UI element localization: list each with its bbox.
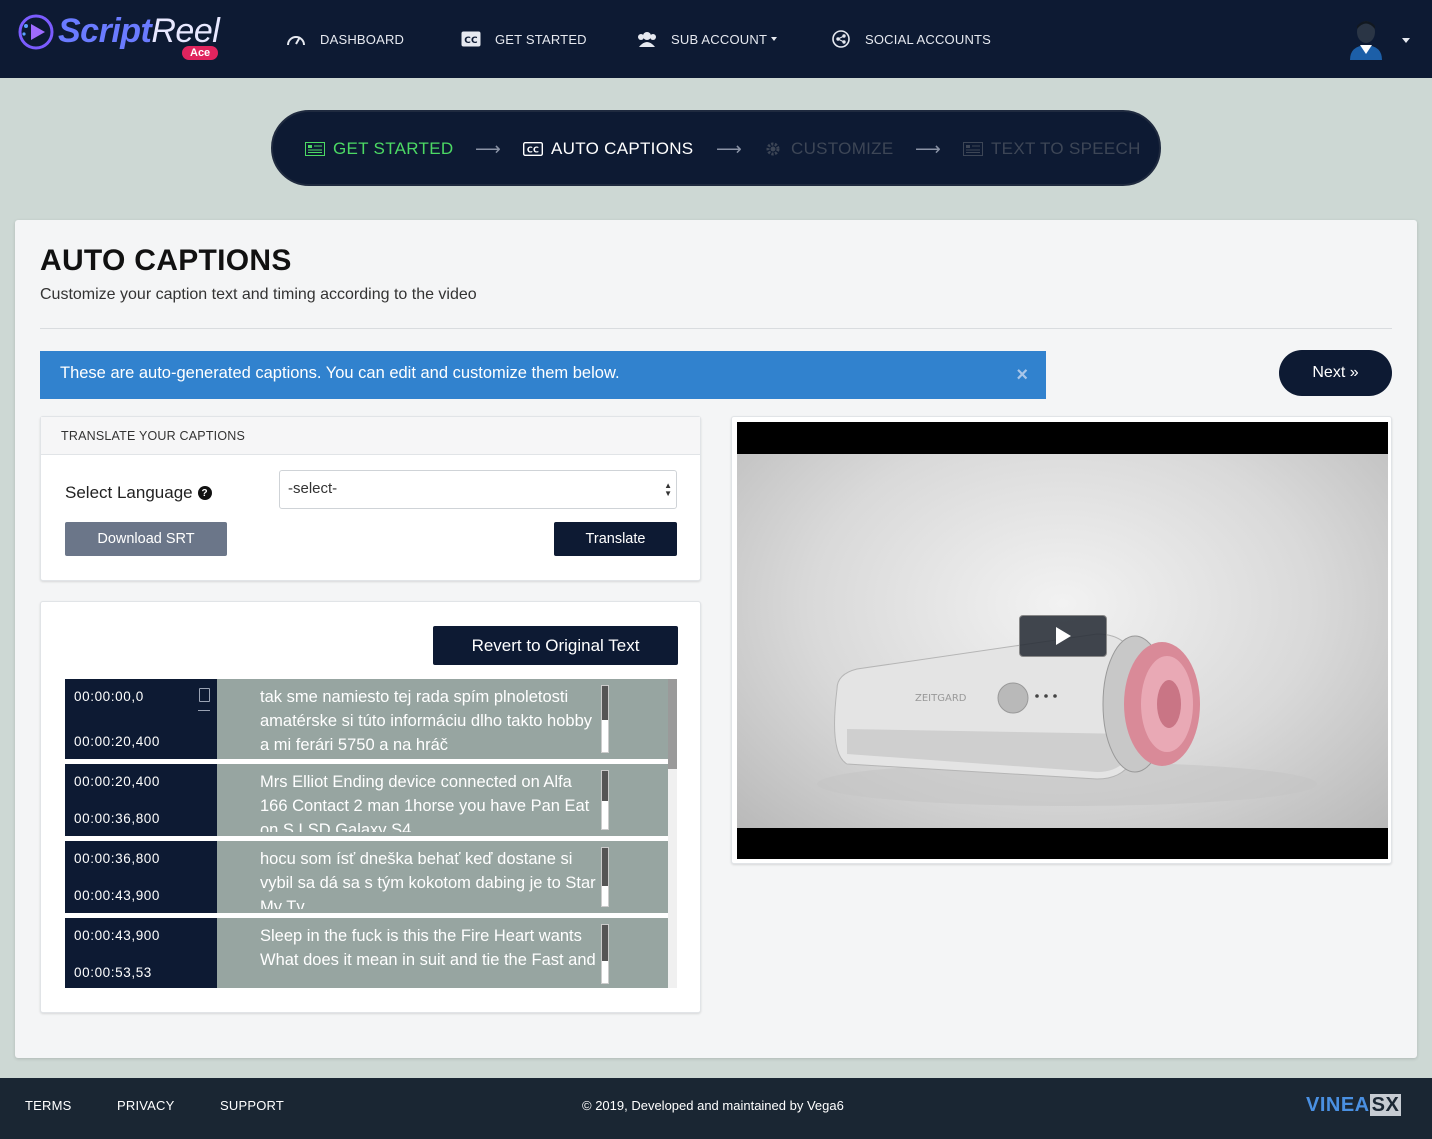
gear-icon <box>763 141 783 157</box>
caption-list: 00:00:00,0 00:00:20,400 tak sme namiesto… <box>65 679 677 988</box>
progress-stepper: GET STARTED ⟶ CC AUTO CAPTIONS ⟶ CUSTOMI… <box>271 110 1161 186</box>
captions-panel: Revert to Original Text 00:00:00,0 00:00… <box>40 601 701 1013</box>
play-icon <box>1056 627 1071 645</box>
step-arrow-icon: ⟶ <box>475 139 501 159</box>
nav-social-accounts-label: SOCIAL ACCOUNTS <box>865 31 992 47</box>
language-select-value: -select- <box>288 480 338 497</box>
video-player[interactable]: ZEITGARD <box>737 422 1388 859</box>
download-srt-button[interactable]: Download SRT <box>65 522 227 556</box>
nav-dashboard[interactable]: DASHBOARD <box>286 29 404 49</box>
caption-start-time[interactable]: 00:00:00,0 <box>74 689 144 704</box>
caption-text[interactable]: tak sme namiesto tej rada spím plnoletos… <box>260 685 600 757</box>
next-button[interactable]: Next » <box>1279 350 1392 396</box>
nav-social-accounts[interactable]: SOCIAL ACCOUNTS <box>831 29 991 49</box>
revert-original-button[interactable]: Revert to Original Text <box>433 626 678 665</box>
nav-sub-account[interactable]: SUB ACCOUNT <box>637 29 778 49</box>
caption-scrollbar[interactable] <box>601 847 609 907</box>
step-customize-label: CUSTOMIZE <box>791 139 894 158</box>
footer-support-link[interactable]: SUPPORT <box>220 1098 284 1113</box>
caption-end-time[interactable]: 00:00:36,800 <box>74 811 160 826</box>
caption-list-scrollbar[interactable] <box>668 679 677 988</box>
nav-dashboard-label: DASHBOARD <box>320 31 405 47</box>
info-alert: These are auto-generated captions. You c… <box>40 351 1046 399</box>
step-text-to-speech-label: TEXT TO SPEECH <box>991 139 1141 158</box>
select-language-label: Select Language ? <box>65 483 212 503</box>
svg-text:CC: CC <box>464 36 478 46</box>
video-panel: ZEITGARD <box>731 416 1392 864</box>
step-get-started[interactable]: GET STARTED <box>305 137 453 161</box>
page-title: AUTO CAPTIONS <box>40 244 292 277</box>
nav-get-started-label: GET STARTED <box>495 31 587 47</box>
step-auto-captions[interactable]: CC AUTO CAPTIONS <box>523 137 693 161</box>
language-select[interactable]: -select- ▲ ▼ <box>279 470 677 509</box>
translate-panel: TRANSLATE YOUR CAPTIONS Select Language … <box>40 416 701 581</box>
footer-copyright: © 2019, Developed and maintained by Vega… <box>582 1098 844 1113</box>
caption-text[interactable]: Sleep in the fuck is this the Fire Heart… <box>260 924 600 986</box>
footer-terms-link[interactable]: TERMS <box>25 1098 72 1113</box>
footer: TERMS PRIVACY SUPPORT © 2019, Developed … <box>0 1078 1432 1139</box>
divider <box>40 328 1392 329</box>
vineasx-logo: VINEA SX <box>1306 1094 1402 1116</box>
closed-captions-icon: CC <box>461 30 481 48</box>
app-logo[interactable]: ScriptReel Ace <box>18 12 228 64</box>
alert-text: These are auto-generated captions. You c… <box>60 364 620 382</box>
top-navbar: ScriptReel Ace DASHBOARD CC GET STARTED … <box>0 0 1432 78</box>
caption-scrollbar[interactable] <box>601 770 609 830</box>
caption-row: 00:00:20,400 00:00:36,800 Mrs Elliot End… <box>65 764 668 836</box>
nav-get-started[interactable]: CC GET STARTED <box>461 29 587 49</box>
caption-times: 00:00:43,900 00:00:53,53 <box>65 918 217 988</box>
step-arrow-icon: ⟶ <box>915 139 941 159</box>
closed-captions-icon: CC <box>523 141 543 157</box>
caption-times: 00:00:20,400 00:00:36,800 <box>65 764 217 836</box>
step-text-to-speech[interactable]: TEXT TO SPEECH <box>963 137 1141 161</box>
caption-end-time[interactable]: 00:00:53,53 <box>74 965 152 980</box>
translate-panel-header: TRANSLATE YOUR CAPTIONS <box>41 417 700 455</box>
step-get-started-label: GET STARTED <box>333 139 454 158</box>
caption-start-time[interactable]: 00:00:20,400 <box>74 774 160 789</box>
nav-sub-account-label: SUB ACCOUNT <box>671 31 768 47</box>
user-menu-caret-icon[interactable] <box>1402 38 1410 43</box>
step-arrow-icon: ⟶ <box>716 139 742 159</box>
caption-start-time[interactable]: 00:00:43,900 <box>74 928 160 943</box>
dashboard-gauge-icon <box>286 30 306 48</box>
step-auto-captions-label: AUTO CAPTIONS <box>551 139 694 158</box>
caption-row: 00:00:00,0 00:00:20,400 tak sme namiesto… <box>65 679 668 759</box>
chevron-down-icon <box>771 37 778 41</box>
caption-end-time[interactable]: 00:00:43,900 <box>74 888 160 903</box>
list-icon <box>963 141 983 157</box>
caption-scrollbar[interactable] <box>601 924 609 984</box>
scrollbar-thumb[interactable] <box>668 679 677 769</box>
list-icon <box>305 141 325 157</box>
close-icon[interactable]: × <box>1016 364 1028 387</box>
translate-button[interactable]: Translate <box>554 522 677 556</box>
footer-privacy-link[interactable]: PRIVACY <box>117 1098 175 1113</box>
svg-text:ZEITGARD: ZEITGARD <box>915 693 967 704</box>
step-customize[interactable]: CUSTOMIZE <box>763 137 894 161</box>
logo-badge: Ace <box>182 46 219 60</box>
download-icon[interactable] <box>199 688 210 702</box>
share-icon <box>831 30 851 48</box>
user-avatar[interactable] <box>1346 18 1386 60</box>
help-icon[interactable]: ? <box>197 486 212 500</box>
caption-end-time[interactable]: 00:00:20,400 <box>74 734 160 749</box>
page-subtitle: Customize your caption text and timing a… <box>40 286 477 303</box>
caption-row: 00:00:43,900 00:00:53,53 Sleep in the fu… <box>65 918 668 988</box>
play-button[interactable] <box>1019 615 1107 657</box>
caption-times: 00:00:36,800 00:00:43,900 <box>65 841 217 913</box>
caption-text[interactable]: Mrs Elliot Ending device connected on Al… <box>260 770 600 832</box>
caption-text[interactable]: hocu som ísť dneška behať keď dostane si… <box>260 847 600 909</box>
logo-play-icon <box>18 14 54 50</box>
main-card: AUTO CAPTIONS Customize your caption tex… <box>15 220 1417 1058</box>
caption-times: 00:00:00,0 00:00:20,400 <box>65 679 217 759</box>
caption-start-time[interactable]: 00:00:36,800 <box>74 851 160 866</box>
svg-text:CC: CC <box>527 146 539 155</box>
select-arrows-icon: ▲ ▼ <box>664 481 672 498</box>
download-icon-base <box>198 710 210 711</box>
caption-row: 00:00:36,800 00:00:43,900 hocu som ísť d… <box>65 841 668 913</box>
users-icon <box>637 30 657 48</box>
caption-scrollbar[interactable] <box>601 685 609 753</box>
